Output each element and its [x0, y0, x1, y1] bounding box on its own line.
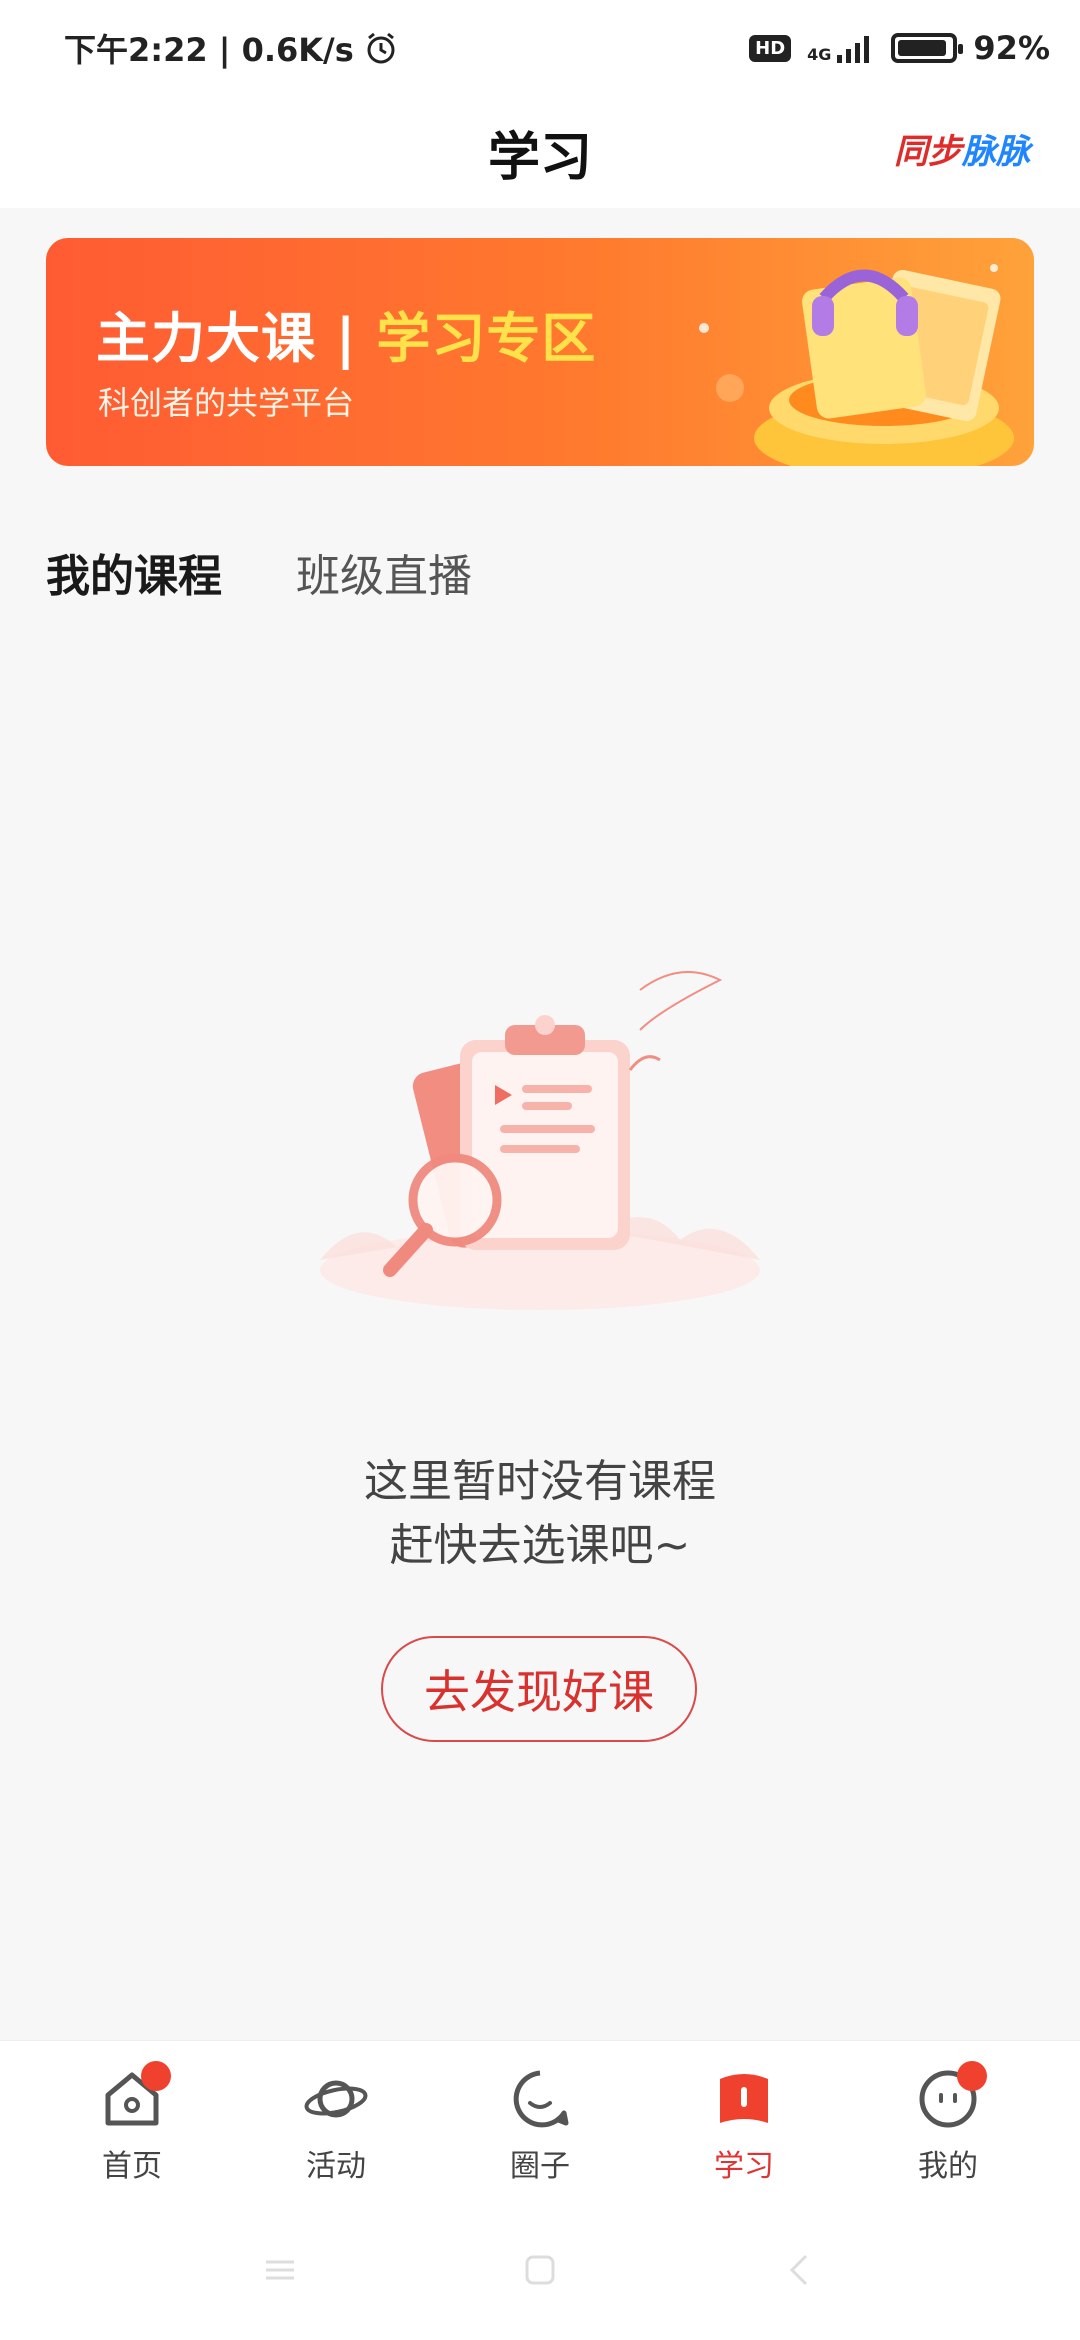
- menu-icon[interactable]: [260, 2250, 300, 2290]
- logo-part-b: 脉脉: [962, 132, 1030, 172]
- back-icon[interactable]: [780, 2250, 820, 2290]
- nav-label-profile: 我的: [918, 2149, 978, 2184]
- planet-icon: [304, 2080, 368, 2118]
- page-title: 学习: [487, 127, 592, 188]
- course-tabs: 我的课程 班级直播: [46, 540, 472, 604]
- banner-subtitle: 科创者的共学平台: [98, 384, 355, 422]
- promo-banner[interactable]: 主力大课 | 学习专区 科创者的共学平台: [46, 238, 1034, 466]
- network-indicator: 4G: [807, 33, 875, 63]
- home-square-icon[interactable]: [520, 2250, 560, 2290]
- empty-message-line2: 赶快去选课吧~: [389, 1520, 691, 1571]
- nav-item-home[interactable]: 首页: [57, 2061, 207, 2185]
- page-header: 学习 同步脉脉: [0, 96, 1080, 208]
- nav-label-circle: 圈子: [510, 2149, 570, 2184]
- nav-label-study: 学习: [714, 2149, 774, 2184]
- tab-class-live[interactable]: 班级直播: [296, 540, 472, 604]
- alarm-icon: [367, 32, 395, 64]
- banner-title: 主力大课 | 学习专区: [96, 294, 596, 373]
- tab-my-courses[interactable]: 我的课程: [46, 540, 222, 604]
- discover-courses-button[interactable]: 去发现好课: [381, 1636, 697, 1742]
- empty-clipboard-icon: [320, 971, 760, 1310]
- logo-part-a: 同步: [894, 132, 962, 172]
- chat-circle-icon: [513, 2070, 569, 2128]
- nav-item-profile[interactable]: 我的: [873, 2061, 1023, 2185]
- nav-item-study[interactable]: 学习: [669, 2067, 819, 2185]
- nav-label-home: 首页: [102, 2149, 162, 2184]
- status-left: 下午2:22 | 0.6K/s: [64, 25, 398, 71]
- nav-item-activity[interactable]: 活动: [261, 2067, 411, 2185]
- banner-title-highlight: 学习专区: [376, 307, 597, 370]
- signal-icon: [837, 36, 870, 63]
- banner-title-main: 主力大课 |: [96, 307, 377, 370]
- brand-logo[interactable]: 同步脉脉: [894, 124, 1030, 173]
- profile-badge-dot: [957, 2061, 987, 2091]
- status-right: HD 4G 92%: [749, 29, 1050, 67]
- study-icon: [720, 2074, 768, 2123]
- battery-icon: [891, 33, 964, 63]
- system-nav-bar: [0, 2230, 1080, 2310]
- hd-badge: HD: [749, 34, 792, 62]
- nav-item-circle[interactable]: 圈子: [465, 2067, 615, 2185]
- status-bar: 下午2:22 | 0.6K/s HD 4G 92%: [0, 0, 1080, 96]
- nav-label-activity: 活动: [306, 2149, 366, 2184]
- network-label: 4G: [807, 45, 832, 64]
- battery-percent: 92%: [973, 29, 1050, 67]
- banner-illustration-icon: [699, 264, 1014, 466]
- empty-message-line1: 这里暂时没有课程: [364, 1456, 716, 1507]
- status-time: 下午2:22 | 0.6K/s: [64, 31, 354, 69]
- home-badge-dot: [141, 2061, 171, 2091]
- battery-fill: [898, 40, 947, 56]
